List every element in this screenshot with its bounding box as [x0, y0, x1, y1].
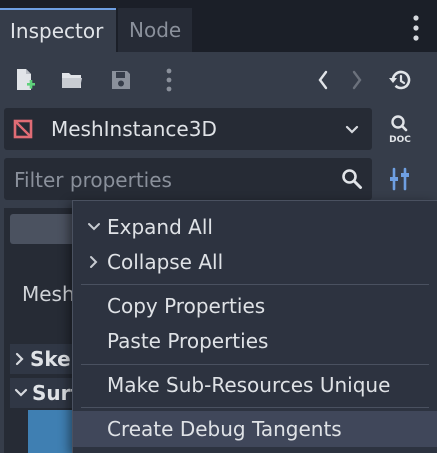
- inspector-toolbar: [0, 58, 437, 102]
- menu-item-label: Copy Properties: [107, 294, 266, 318]
- tab-inspector-label: Inspector: [10, 19, 104, 43]
- menu-item-copy-properties[interactable]: Copy Properties: [73, 288, 437, 324]
- chevron-down-icon: [88, 223, 100, 231]
- doc-search-button[interactable]: DOC: [384, 113, 416, 145]
- menu-separator: [81, 284, 429, 285]
- menu-item-label: Expand All: [107, 215, 213, 239]
- menu-item-expand-all[interactable]: Expand All: [73, 209, 437, 245]
- menu-item-label: Create Debug Tangents: [107, 417, 342, 441]
- menu-separator: [81, 364, 429, 365]
- dock-menu-icon[interactable]: [403, 12, 429, 44]
- dock-tab-bar: Inspector Node: [0, 0, 437, 52]
- tab-inspector[interactable]: Inspector: [0, 8, 116, 52]
- section-skeleton-label: Skel: [30, 347, 78, 371]
- new-resource-icon[interactable]: [11, 66, 39, 94]
- filter-properties-input[interactable]: Filter properties: [4, 158, 372, 200]
- menu-item-collapse-all[interactable]: Collapse All: [73, 244, 437, 280]
- chevron-right-icon: [90, 256, 98, 268]
- chevron-down-icon: [345, 125, 359, 134]
- menu-item-label: Paste Properties: [107, 329, 269, 353]
- menu-item-create-debug-tangents[interactable]: Create Debug Tangents: [73, 411, 437, 447]
- menu-item-label: Make Sub-Resources Unique: [107, 373, 391, 397]
- forward-icon[interactable]: [343, 66, 371, 94]
- mesh-instance-icon: [13, 119, 33, 139]
- save-icon[interactable]: [107, 66, 135, 94]
- context-menu: Expand All Collapse All Copy Properties …: [72, 200, 437, 453]
- doc-search-icon: DOC: [389, 115, 411, 144]
- history-icon[interactable]: [386, 66, 414, 94]
- menu-item-make-sub-resources-unique[interactable]: Make Sub-Resources Unique: [73, 367, 437, 403]
- filter-placeholder: Filter properties: [14, 168, 172, 192]
- mesh-property-label: Mesh: [22, 282, 75, 306]
- object-properties-button[interactable]: [384, 163, 416, 195]
- doc-label: DOC: [389, 135, 411, 144]
- menu-item-label: Collapse All: [107, 250, 224, 274]
- chevron-right-icon: [15, 352, 24, 366]
- section-skeleton[interactable]: Skel: [14, 347, 78, 371]
- search-icon: [342, 169, 362, 189]
- more-icon[interactable]: [155, 66, 183, 94]
- chevron-down-icon: [14, 388, 28, 397]
- tools-icon: [390, 167, 409, 191]
- section-surface[interactable]: Surf: [14, 381, 79, 405]
- node-selector[interactable]: MeshInstance3D: [4, 108, 372, 150]
- node-name: MeshInstance3D: [51, 117, 217, 141]
- menu-item-paste-properties[interactable]: Paste Properties: [73, 323, 437, 359]
- tab-node[interactable]: Node: [118, 8, 192, 52]
- menu-separator: [81, 407, 429, 408]
- back-icon[interactable]: [309, 66, 337, 94]
- tab-node-label: Node: [129, 18, 182, 42]
- open-folder-icon[interactable]: [58, 66, 86, 94]
